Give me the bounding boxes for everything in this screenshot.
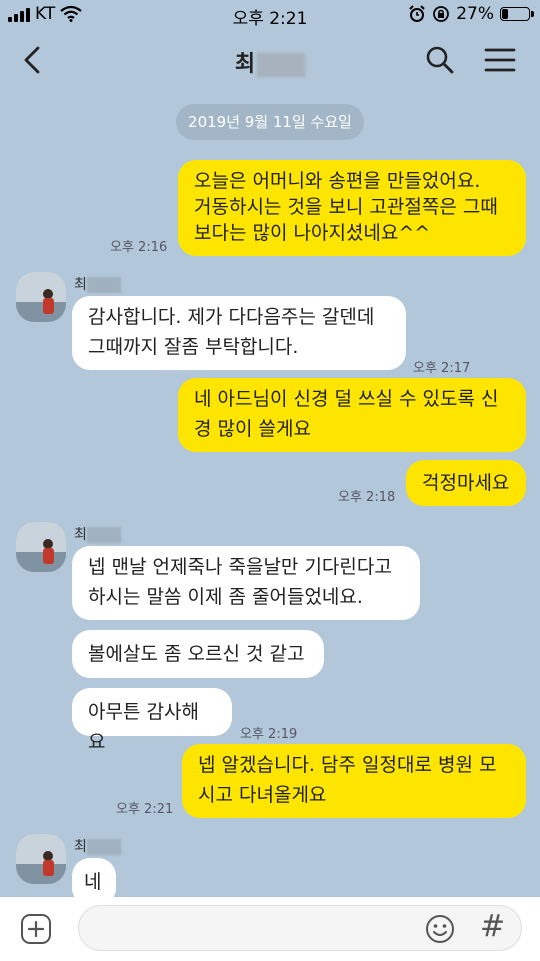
message-time: 오후 2:18: [338, 490, 396, 505]
outgoing-message[interactable]: 오늘은 어머니와 송편을 만들었어요. 거동하시는 것을 보니 고관절쪽은 그때…: [178, 160, 526, 256]
avatar[interactable]: [16, 272, 66, 322]
sender-name: 최: [74, 836, 121, 856]
incoming-message[interactable]: 넵 맨날 언제죽나 죽을날만 기다린다고 하시는 말씀 이제 좀 줄어들었네요.: [72, 546, 420, 620]
sender-name-text: 최: [74, 277, 87, 293]
battery-icon: [500, 7, 534, 21]
search-icon[interactable]: [424, 44, 456, 76]
sender-name-text: 최: [74, 527, 87, 543]
incoming-message[interactable]: 볼에살도 좀 오르신 것 같고: [72, 630, 324, 678]
emoji-icon[interactable]: [424, 913, 456, 945]
battery-percent: 27%: [456, 4, 494, 24]
chat-header: 최: [0, 30, 540, 90]
blurred-name: [86, 839, 121, 855]
outgoing-message[interactable]: 네 아드님이 신경 덜 쓰실 수 있도록 신 경 많이 쓸게요: [178, 378, 526, 452]
sender-name: 최: [74, 274, 121, 294]
outgoing-message[interactable]: 걱정마세요: [406, 460, 526, 506]
incoming-message[interactable]: 감사합니다. 제가 다다음주는 갈덴데 그때까지 잘좀 부탁합니다.: [72, 296, 406, 370]
date-divider: 2019년 9월 11일 수요일: [176, 104, 364, 140]
blurred-name: [86, 277, 121, 293]
blurred-name: [257, 53, 306, 77]
outgoing-message[interactable]: 넵 알겠습니다. 담주 일정대로 병원 모 시고 다녀올게요: [182, 744, 526, 818]
chat-title-text: 최: [234, 52, 256, 77]
message-time: 오후 2:19: [240, 727, 298, 742]
menu-icon[interactable]: [484, 46, 516, 74]
rotation-lock-icon: [433, 6, 450, 22]
avatar[interactable]: [16, 522, 66, 572]
message-time: 오후 2:16: [110, 240, 168, 255]
chat-title: 최: [0, 46, 540, 78]
message-time: 오후 2:21: [116, 802, 174, 817]
avatar[interactable]: [16, 834, 66, 884]
avatar-photo-icon: [16, 272, 66, 322]
plus-icon[interactable]: [20, 913, 52, 945]
sender-name: 최: [74, 524, 121, 544]
avatar-photo-icon: [16, 834, 66, 884]
hashtag-icon[interactable]: #: [480, 909, 505, 944]
message-time: 오후 2:17: [413, 361, 471, 376]
alarm-icon: [409, 5, 425, 22]
blurred-name: [86, 527, 121, 543]
avatar-photo-icon: [16, 522, 66, 572]
status-right: 27%: [408, 4, 534, 24]
incoming-message[interactable]: 아무튼 감사해요: [72, 688, 232, 753]
sender-name-text: 최: [74, 839, 87, 855]
input-bar: #: [0, 897, 540, 961]
status-bar: KT 오후 2:21 27%: [0, 0, 540, 30]
